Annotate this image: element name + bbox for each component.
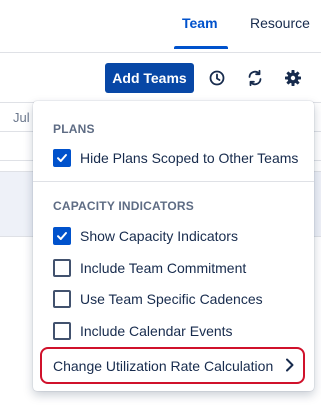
hide-plans-option[interactable]: Hide Plans Scoped to Other Teams [53,149,298,167]
month-label: Jul [13,110,30,125]
option-label: Include Calendar Events [80,323,233,339]
change-utilization-rate-link[interactable]: Change Utilization Rate Calculation [40,347,305,384]
checkbox-checked-icon[interactable] [53,149,71,167]
tab-bar: Team Resource [0,0,321,53]
checkbox-unchecked-icon[interactable] [53,290,71,308]
page: Team Resource Add Teams Jul PLANS Hide P… [0,0,321,406]
settings-popup: PLANS Hide Plans Scoped to Other Teams C… [33,101,314,391]
active-tab-indicator [174,46,228,49]
capacity-section-title: CAPACITY INDICATORS [53,199,194,213]
option-label: Show Capacity Indicators [80,228,238,244]
change-utilization-rate-label: Change Utilization Rate Calculation [53,357,274,374]
option-label: Hide Plans Scoped to Other Teams [80,150,299,166]
section-divider [33,181,314,182]
tab-team[interactable]: Team [182,14,218,32]
option-label: Use Team Specific Cadences [80,291,263,307]
add-teams-button[interactable]: Add Teams [105,63,194,93]
clock-icon[interactable] [206,67,228,89]
checkbox-unchecked-icon[interactable] [53,259,71,277]
include-team-commitment-option[interactable]: Include Team Commitment [53,259,246,277]
plans-section-title: PLANS [53,122,95,136]
use-team-specific-cadences-option[interactable]: Use Team Specific Cadences [53,290,263,308]
refresh-icon[interactable] [244,67,266,89]
option-label: Include Team Commitment [80,260,247,276]
checkbox-checked-icon[interactable] [53,227,71,245]
show-capacity-indicators-option[interactable]: Show Capacity Indicators [53,227,238,245]
toolbar: Add Teams [0,53,321,101]
chevron-right-icon [283,357,297,373]
include-calendar-events-option[interactable]: Include Calendar Events [53,322,233,340]
checkbox-unchecked-icon[interactable] [53,322,71,340]
tab-resource[interactable]: Resource [250,14,310,32]
gear-icon[interactable] [282,67,304,89]
